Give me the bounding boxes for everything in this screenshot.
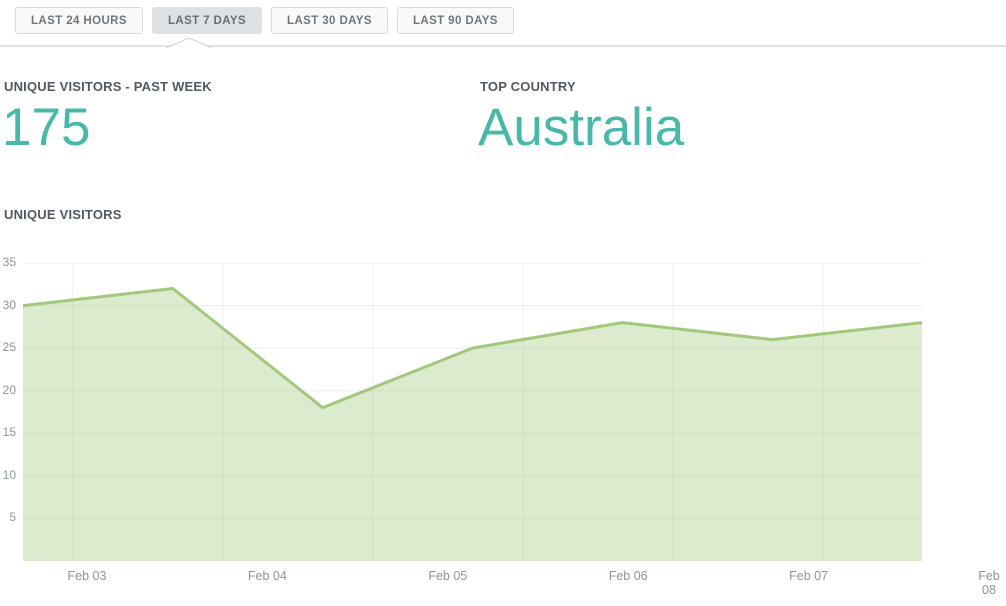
analytics-dashboard: LAST 24 HOURS LAST 7 DAYS LAST 30 DAYS L… (0, 0, 1006, 606)
chart-title: UNIQUE VISITORS (4, 207, 122, 222)
y-axis-tick-label: 35 (0, 255, 16, 269)
unique-visitors-past-week-value: 175 (2, 101, 90, 154)
selected-tab-pointer-icon (166, 37, 212, 48)
y-axis-tick-label: 20 (0, 383, 16, 397)
y-axis-tick-label: 5 (0, 510, 16, 524)
unique-visitors-area-chart (23, 263, 922, 561)
y-axis-tick-label: 30 (0, 298, 16, 312)
unique-visitors-past-week-label: UNIQUE VISITORS - PAST WEEK (4, 79, 212, 94)
x-axis-date-label: Feb 05 (403, 569, 493, 583)
x-axis-date-label: Feb 06 (583, 569, 673, 583)
tab-last-30-days[interactable]: LAST 30 DAYS (271, 7, 388, 34)
time-range-tabs: LAST 24 HOURS LAST 7 DAYS LAST 30 DAYS L… (15, 7, 514, 34)
x-axis-date-label: Feb 08 (971, 569, 1006, 597)
top-country-value: Australia (478, 101, 684, 154)
tabs-divider (0, 45, 1006, 47)
y-axis-tick-label: 10 (0, 468, 16, 482)
x-axis-date-label: Feb 03 (42, 569, 132, 583)
y-axis-tick-label: 15 (0, 425, 16, 439)
chart-area-fill (23, 289, 922, 562)
tab-last-7-days[interactable]: LAST 7 DAYS (152, 7, 262, 34)
top-country-label: TOP COUNTRY (480, 79, 576, 94)
tab-last-90-days[interactable]: LAST 90 DAYS (397, 7, 514, 34)
y-axis-tick-label: 25 (0, 340, 16, 354)
x-axis-date-label: Feb 07 (764, 569, 854, 583)
tab-last-24-hours[interactable]: LAST 24 HOURS (15, 7, 143, 34)
x-axis-date-label: Feb 04 (222, 569, 312, 583)
